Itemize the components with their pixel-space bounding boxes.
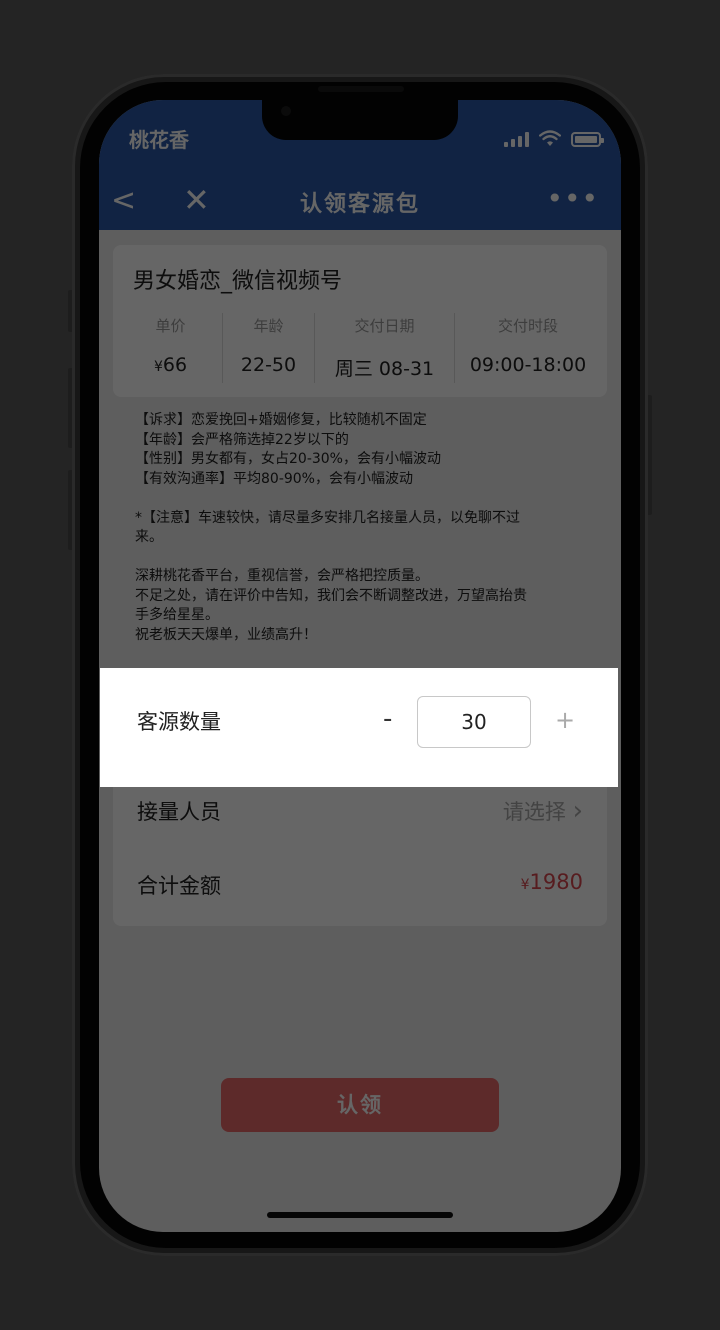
status-icons bbox=[504, 130, 604, 148]
info-unit-price: 单价 ¥66 bbox=[119, 313, 223, 383]
speaker-grille bbox=[318, 86, 404, 92]
description-line: 【有效沟通率】平均80-90%，会有小幅波动 bbox=[135, 470, 413, 487]
quantity-spotlight: 客源数量 - 30 + bbox=[100, 668, 618, 787]
description-line: 来。 bbox=[135, 529, 163, 545]
description-line: 不足之处，请在评价中告知，我们会不断调整改进，万望高抬贵 bbox=[135, 587, 527, 604]
info-label: 年龄 bbox=[253, 317, 284, 335]
signal-icon bbox=[504, 131, 529, 147]
info-value: 09:00-18:00 bbox=[469, 354, 587, 376]
total-label: 合计金额 bbox=[137, 874, 221, 898]
more-icon[interactable]: ••• bbox=[546, 182, 599, 215]
wifi-icon bbox=[539, 130, 561, 146]
battery-icon bbox=[571, 131, 604, 147]
home-indicator bbox=[267, 1212, 453, 1218]
description-line bbox=[135, 548, 595, 568]
carrier-label: 桃花香 bbox=[129, 128, 189, 152]
info-delivery-time: 交付时段 09:00-18:00 bbox=[455, 313, 601, 383]
package-title: 男女婚恋_微信视频号 bbox=[133, 269, 343, 294]
claim-button[interactable]: 认领 bbox=[221, 1078, 499, 1132]
staff-label: 接量人员 bbox=[137, 800, 221, 824]
info-label: 单价 bbox=[155, 317, 186, 335]
total-row: 合计金额 ¥1980 bbox=[137, 862, 583, 922]
package-description: 【诉求】恋爱挽回+婚姻修复，比较随机不固定 【年龄】会严格筛选掉22岁以下的 【… bbox=[135, 411, 595, 645]
chevron-right-icon: › bbox=[572, 796, 583, 826]
description-line: 【性别】男女都有，女占20-30%，会有小幅波动 bbox=[135, 451, 441, 467]
info-value: ¥66 bbox=[119, 354, 222, 376]
description-line: *【注意】车速较快，请尽量多安排几名接量人员，以免聊不过 bbox=[135, 509, 520, 526]
phone-notch bbox=[262, 96, 458, 140]
decrement-button[interactable]: - bbox=[383, 704, 392, 734]
staff-row[interactable]: 接量人员 请选择 › bbox=[137, 786, 583, 862]
phone-screen: 桃花香 < ✕ 认领客源包 ••• 男女婚恋_微信视频号 单价 ¥66 年龄 2… bbox=[99, 100, 621, 1232]
total-amount: ¥1980 bbox=[521, 870, 583, 894]
package-info-grid: 单价 ¥66 年龄 22-50 交付日期 周三 08-31 交付时段 09:00… bbox=[119, 313, 601, 383]
total-value: 1980 bbox=[529, 870, 583, 894]
description-line: 【诉求】恋爱挽回+婚姻修复，比较随机不固定 bbox=[135, 412, 427, 428]
package-info-card: 男女婚恋_微信视频号 单价 ¥66 年龄 22-50 交付日期 周三 08-31… bbox=[113, 245, 607, 397]
description-line: 【年龄】会严格筛选掉22岁以下的 bbox=[135, 431, 349, 448]
info-delivery-date: 交付日期 周三 08-31 bbox=[315, 313, 455, 383]
description-line: 祝老板天天爆单，业绩高升！ bbox=[135, 626, 317, 643]
description-line bbox=[135, 489, 595, 509]
info-label: 交付时段 bbox=[497, 317, 558, 335]
increment-button[interactable]: + bbox=[555, 706, 575, 734]
info-value: 周三 08-31 bbox=[334, 358, 435, 380]
staff-placeholder: 请选择 bbox=[502, 800, 566, 824]
currency-symbol: ¥ bbox=[520, 877, 530, 893]
info-age: 年龄 22-50 bbox=[223, 313, 315, 383]
quantity-label: 客源数量 bbox=[137, 710, 221, 734]
info-value: 22-50 bbox=[240, 354, 297, 376]
page-title: 认领客源包 bbox=[299, 192, 420, 217]
staff-select[interactable]: 请选择 › bbox=[503, 796, 583, 826]
price-value: 66 bbox=[162, 354, 188, 376]
front-camera bbox=[281, 106, 291, 116]
quantity-input[interactable]: 30 bbox=[417, 696, 531, 748]
info-label: 交付日期 bbox=[354, 317, 415, 335]
description-line: 深耕桃花香平台，重视信誉，会严格把控质量。 bbox=[135, 568, 429, 584]
currency-symbol: ¥ bbox=[153, 359, 163, 375]
description-line: 手多给星星。 bbox=[135, 607, 219, 623]
